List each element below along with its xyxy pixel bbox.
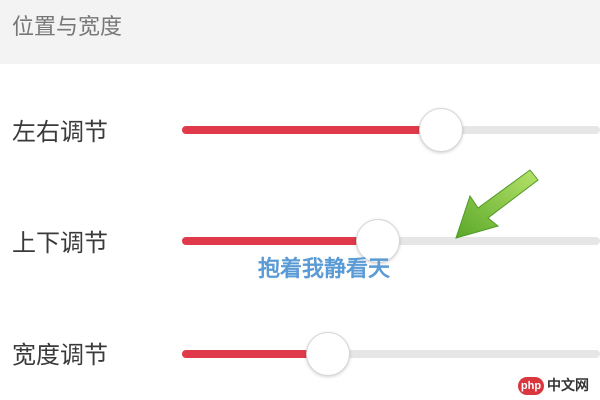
- brand-name: 中文网: [547, 378, 589, 394]
- section-header: 位置与宽度: [0, 0, 600, 64]
- slider-row-width: 宽度调节: [0, 314, 600, 394]
- slider-label-vertical: 上下调节: [12, 229, 108, 257]
- brand-logo: php 中文网: [518, 376, 589, 396]
- slider-track-horizontal[interactable]: [182, 126, 600, 134]
- slider-track-width[interactable]: [182, 350, 600, 358]
- brand-php-badge: php: [518, 377, 544, 395]
- slider-fill-horizontal: [182, 126, 442, 134]
- slider-thumb-width[interactable]: [306, 332, 351, 376]
- slider-label-width: 宽度调节: [12, 341, 108, 369]
- slider-row-horizontal: 左右调节: [0, 90, 600, 170]
- slider-fill-vertical: [182, 237, 379, 245]
- section-title: 位置与宽度: [12, 15, 123, 40]
- slider-thumb-horizontal[interactable]: [419, 108, 464, 152]
- green-arrow-icon: [455, 169, 539, 239]
- watermark-text: 抱着我静看天: [258, 257, 391, 282]
- slider-label-horizontal: 左右调节: [12, 118, 108, 146]
